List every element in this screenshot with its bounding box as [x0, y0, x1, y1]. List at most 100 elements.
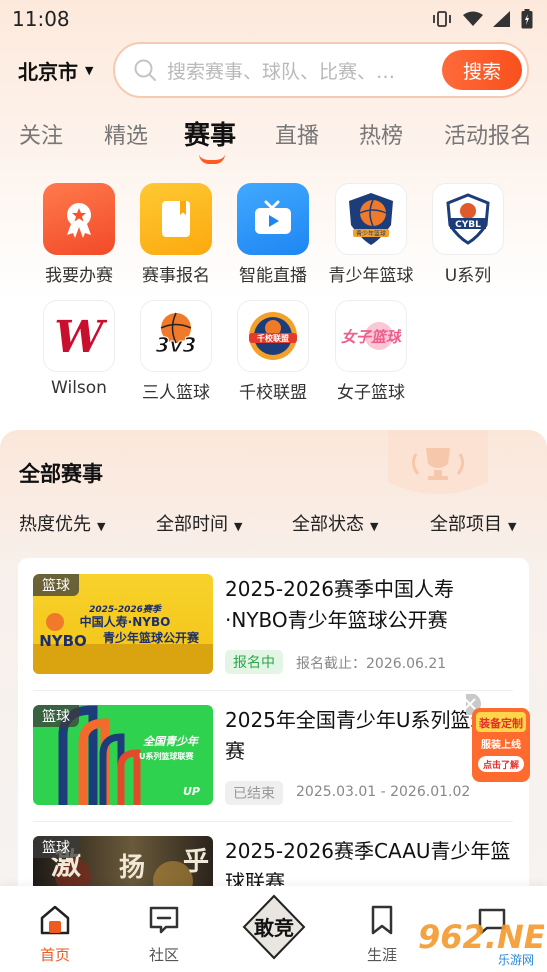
caret-down-icon: ▼: [370, 520, 379, 533]
grid-item-label: 我要办赛: [45, 266, 113, 286]
svg-text:装备定制: 装备定制: [478, 716, 523, 730]
svg-text:青少年篮球公开赛: 青少年篮球公开赛: [103, 630, 200, 645]
tab-featured[interactable]: 精选: [104, 118, 148, 150]
grid-item-qianxiao-league[interactable]: 千校联盟 千校联盟: [228, 300, 318, 403]
caret-down-icon: ▼: [85, 64, 94, 77]
chat-box-icon: [149, 906, 179, 934]
divider: [33, 690, 513, 691]
search-bar[interactable]: 搜索赛事、球队、比赛、… 搜索: [113, 42, 529, 98]
tab-activity-signup[interactable]: 活动报名: [444, 118, 532, 150]
floating-promo[interactable]: 装备定制 服装上线 点击了解: [459, 693, 532, 786]
svg-text:NYBO: NYBO: [39, 632, 87, 650]
watermark-logo: 962.NET 乐游网: [414, 916, 547, 968]
divider: [33, 821, 513, 822]
battery-icon: [521, 9, 533, 29]
youth-basketball-logo: 青少年篮球: [335, 183, 407, 255]
filter-sort[interactable]: 热度优先 ▼: [19, 510, 105, 536]
status-badge: 报名中: [225, 650, 283, 674]
svg-text:女子篮球: 女子篮球: [341, 328, 401, 346]
city-selector[interactable]: 北京市 ▼: [18, 56, 93, 85]
svg-text:W: W: [54, 312, 107, 363]
grid-item-u-series[interactable]: CYBL U系列: [423, 183, 513, 286]
medal-icon: [43, 183, 115, 255]
search-input[interactable]: 搜索赛事、球队、比赛、…: [167, 57, 429, 84]
grid-item-womens-basketball[interactable]: 女子篮球 女子篮球: [326, 300, 416, 403]
svg-text:青少年篮球: 青少年篮球: [356, 230, 386, 238]
svg-text:点击了解: 点击了解: [483, 759, 519, 771]
grid-item-event-signup[interactable]: 赛事报名: [131, 183, 221, 286]
status-bar: 11:08: [0, 0, 547, 38]
status-time: 11:08: [12, 7, 70, 31]
nav-label: 社区: [148, 946, 179, 964]
event-title: 2025-2026赛季中国人寿·NYBO青少年篮球公开赛: [225, 577, 455, 632]
grid-item-wilson[interactable]: W Wilson: [34, 300, 124, 398]
section-title: 全部赛事: [19, 462, 103, 486]
trophy-icon: [388, 430, 488, 494]
sport-tag: 篮球: [33, 705, 79, 727]
nav-community[interactable]: 社区: [134, 904, 194, 965]
grid-item-label: U系列: [444, 266, 492, 286]
city-label: 北京市: [18, 60, 78, 84]
tv-play-icon: [237, 183, 309, 255]
qianxiao-league-logo: 千校联盟: [237, 300, 309, 372]
grid-item-label: Wilson: [51, 378, 107, 398]
svg-text:敢竞: 敢竞: [254, 916, 294, 940]
grid-item-youth-basketball[interactable]: 青少年篮球 青少年篮球: [326, 183, 416, 286]
cybl-logo: CYBL: [432, 183, 504, 255]
event-thumbnail: 2025-2026赛季 中国人寿·NYBO 青少年篮球公开赛 NYBO 篮球: [33, 574, 213, 674]
grid-item-label: 三人篮球: [142, 383, 210, 403]
top-tabs: 关注 精选 赛事 直播 热榜 活动报名: [0, 118, 547, 166]
tab-events[interactable]: 赛事: [184, 115, 236, 152]
filter-status[interactable]: 全部状态 ▼: [292, 510, 378, 536]
svg-text:千校联盟: 千校联盟: [257, 333, 289, 343]
event-card[interactable]: 全国青少年 U系列篮球联赛 UP 篮球 2025年全国青少年U系列篮球联赛 已结…: [33, 705, 513, 825]
vibrate-icon: [433, 11, 451, 27]
event-date-range: 2025.03.01 - 2026.01.02: [296, 784, 471, 800]
grid-item-3x3[interactable]: 3v3 三人篮球: [131, 300, 221, 403]
grid-item-label: 智能直播: [239, 266, 307, 286]
svg-text:2025-2026赛季: 2025-2026赛季: [89, 604, 163, 615]
bookmark-icon: [371, 905, 393, 935]
grid-item-host-event[interactable]: 我要办赛: [34, 183, 124, 286]
status-icons: [431, 9, 533, 29]
sport-tag: 篮球: [33, 836, 79, 858]
svg-text:扬: 扬: [119, 853, 145, 883]
center-logo-icon: 敢竞: [242, 894, 306, 960]
status-badge: 已结束: [225, 781, 283, 805]
filter-sport[interactable]: 全部项目 ▼: [430, 510, 516, 536]
svg-text:CYBL: CYBL: [455, 220, 481, 230]
caret-down-icon: ▼: [97, 520, 106, 533]
tab-follow[interactable]: 关注: [19, 118, 63, 150]
tab-hot[interactable]: 热榜: [359, 118, 403, 150]
svg-text:3v3: 3v3: [156, 333, 197, 357]
nav-home[interactable]: 首页: [25, 904, 85, 965]
search-button[interactable]: 搜索: [442, 50, 522, 90]
bookmark-card-icon: [140, 183, 212, 255]
filter-time[interactable]: 全部时间 ▼: [156, 510, 242, 536]
event-card[interactable]: 2025-2026赛季 中国人寿·NYBO 青少年篮球公开赛 NYBO 篮球 2…: [33, 574, 513, 694]
search-icon: [134, 59, 156, 81]
svg-text:乐游网: 乐游网: [498, 953, 534, 967]
grid-item-smart-live[interactable]: 智能直播: [228, 183, 318, 286]
wifi-icon: [463, 11, 483, 26]
filter-bar: 热度优先 ▼ 全部时间 ▼ 全部状态 ▼ 全部项目 ▼: [0, 510, 547, 536]
wilson-logo: W: [43, 300, 115, 372]
active-tab-indicator: [199, 154, 225, 164]
svg-text:中国人寿·NYBO: 中国人寿·NYBO: [80, 614, 171, 629]
caret-down-icon: ▼: [508, 520, 517, 533]
nav-center-logo[interactable]: 敢竞: [240, 894, 308, 964]
nav-career[interactable]: 生涯: [352, 904, 412, 965]
svg-text:U系列篮球联赛: U系列篮球联赛: [139, 751, 194, 761]
svg-text:全国青少年: 全国青少年: [143, 735, 200, 748]
grid-item-label: 女子篮球: [337, 383, 405, 403]
grid-item-label: 赛事报名: [142, 266, 210, 286]
svg-text:962.NET: 962.NET: [418, 918, 544, 956]
tab-live[interactable]: 直播: [275, 118, 319, 150]
event-deadline: 报名截止：2026.06.21: [296, 656, 447, 672]
svg-text:UP: UP: [183, 785, 200, 798]
nav-label: 首页: [39, 946, 70, 964]
svg-text:服装上线: 服装上线: [481, 738, 521, 751]
all-events-panel: 全部赛事 热度优先 ▼ 全部时间 ▼ 全部状态 ▼ 全部项目 ▼ 2025-2026赛季…: [0, 430, 547, 918]
nav-label: 生涯: [366, 946, 397, 964]
home-icon: [40, 905, 70, 935]
